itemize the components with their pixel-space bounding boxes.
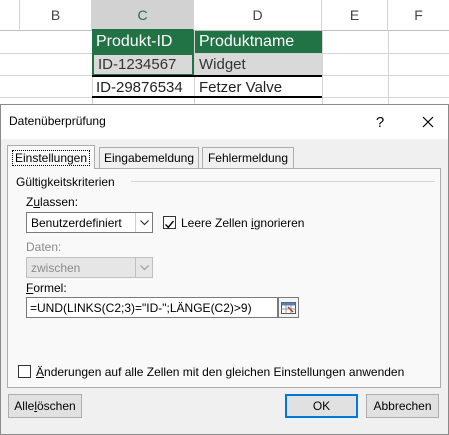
sheet-corner[interactable] [0, 0, 20, 31]
table-cell[interactable]: Widget [195, 54, 322, 75]
tab-fehlermeldung[interactable]: Fehlermeldung [202, 147, 294, 168]
close-icon [422, 116, 434, 128]
table-header-cell[interactable]: Produkt-ID [92, 31, 194, 53]
range-select-icon [281, 301, 296, 314]
column-header-f[interactable]: F [388, 0, 449, 31]
range-selector-button[interactable] [278, 297, 299, 318]
dialog-title: Datenüberprüfung [9, 114, 106, 128]
help-icon: ? [375, 113, 385, 131]
group-divider [131, 181, 435, 182]
help-button[interactable]: ? [365, 109, 395, 135]
apply-all-label[interactable]: Änderungen auf alle Zellen mit den gleic… [36, 365, 404, 379]
checkmark-icon [165, 220, 175, 229]
cancel-button[interactable]: Abbrechen [366, 394, 439, 418]
column-header-b[interactable]: B [20, 0, 92, 31]
active-cell[interactable]: ID-1234567 [92, 53, 194, 76]
formula-input[interactable]: =UND(LINKS(C2;3)="ID-";LÄNGE(C2)>9) [26, 297, 278, 318]
allow-dropdown[interactable]: Benutzerdefiniert [26, 212, 153, 233]
tab-einstellungen[interactable]: Einstellungen [7, 145, 95, 169]
gridline [388, 31, 389, 104]
group-label: Gültigkeitskriterien [16, 175, 115, 189]
allow-value: Benutzerdefiniert [31, 216, 122, 230]
tab-eingabemeldung[interactable]: Eingabemeldung [99, 147, 199, 168]
allow-label: Zulassen: [26, 195, 79, 209]
ignore-blank-checkbox[interactable] [163, 216, 176, 229]
chevron-down-icon [135, 258, 152, 277]
table-cell[interactable]: Fetzer Valve [195, 77, 322, 97]
apply-all-checkbox[interactable] [18, 365, 31, 378]
table-cell[interactable]: ID-29876534 [92, 77, 194, 97]
spreadsheet: B C D E F Produkt-ID Produktname ID-1234… [0, 0, 449, 104]
table-header-cell[interactable]: Produktname [195, 31, 322, 53]
data-dropdown: zwischen [26, 257, 153, 278]
settings-panel: Gültigkeitskriterien Zulassen: Benutzerd… [7, 168, 441, 388]
dialog-titlebar[interactable]: Datenüberprüfung ? [1, 105, 448, 139]
column-header-c[interactable]: C [92, 0, 194, 31]
data-label-text: Daten: [26, 240, 62, 254]
column-header-d[interactable]: D [194, 0, 322, 31]
gridline [322, 31, 323, 104]
clear-all-button[interactable]: Alle l öschen [8, 394, 82, 418]
ignore-blank-label[interactable]: Leere Zellen ignorieren [181, 216, 304, 230]
tab-label: Fehlermeldung [207, 151, 289, 165]
formula-label: Formel: [26, 281, 67, 295]
row-border [92, 96, 322, 98]
tab-label: Eingabemeldung [103, 151, 195, 165]
column-header-e[interactable]: E [322, 0, 388, 31]
close-button[interactable] [413, 109, 443, 135]
data-validation-dialog: Datenüberprüfung ? Einstellungen Eingabe… [0, 104, 449, 435]
chevron-down-icon [135, 213, 152, 232]
ok-button[interactable]: OK [285, 394, 358, 418]
data-value: zwischen [31, 261, 81, 275]
tab-label: Einstellungen [11, 149, 91, 166]
